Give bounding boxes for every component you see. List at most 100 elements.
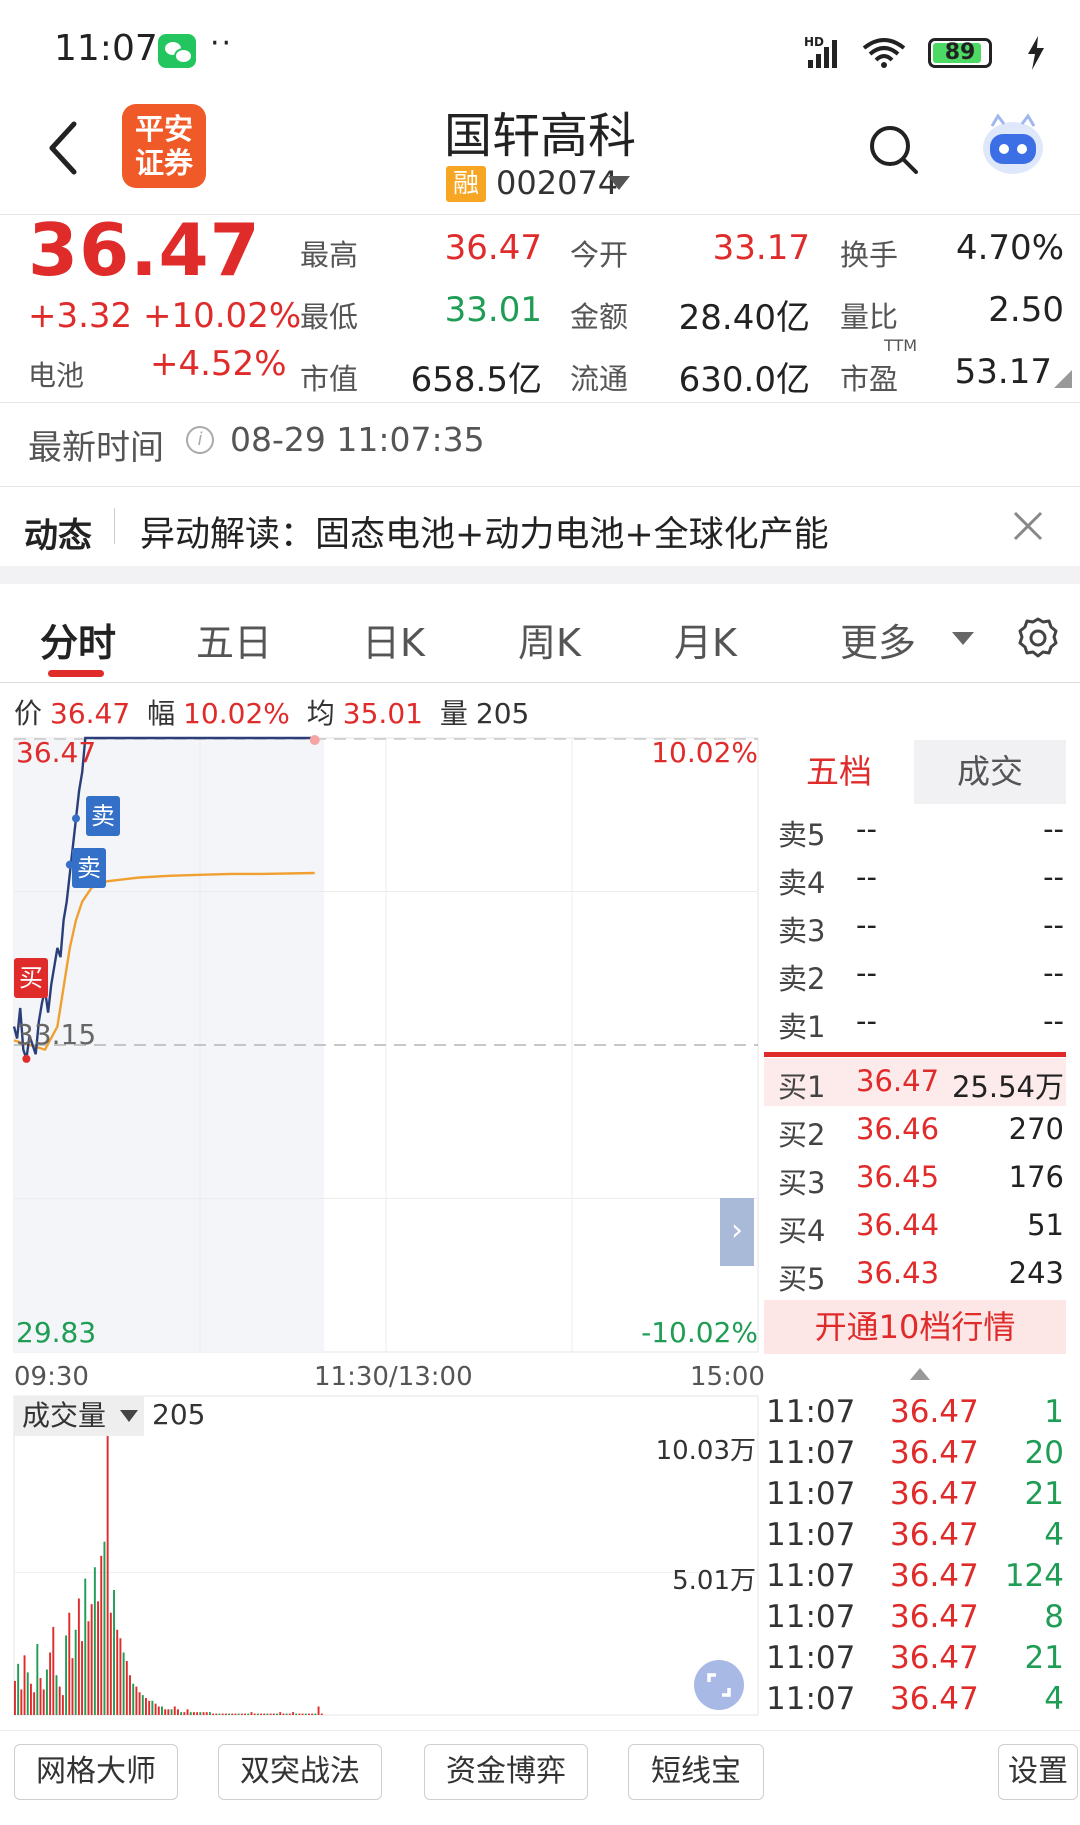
volume-bar bbox=[263, 1713, 266, 1715]
fullscreen-icon[interactable] bbox=[694, 1660, 744, 1710]
tab-five-level[interactable]: 五档 bbox=[764, 740, 914, 804]
tick-row: 11:07 36.47 4 bbox=[764, 1681, 1066, 1721]
back-icon[interactable] bbox=[44, 118, 84, 178]
buy-level-1: 买1 36.47 25.54万 bbox=[764, 1058, 1066, 1106]
chevron-down-icon[interactable] bbox=[608, 176, 630, 190]
volume-bar bbox=[42, 1689, 45, 1715]
volume-bar bbox=[157, 1706, 160, 1715]
buy-marker[interactable]: 买 bbox=[14, 958, 48, 998]
settings-button[interactable]: 设置 bbox=[998, 1744, 1078, 1800]
tab-intraday[interactable]: 分时 bbox=[40, 612, 116, 667]
volume-bar bbox=[272, 1713, 275, 1715]
tab-weekly-k[interactable]: 周K bbox=[518, 612, 581, 667]
tool-capital-game-button[interactable]: 资金博弈 bbox=[424, 1744, 588, 1800]
volume-bar bbox=[119, 1638, 122, 1715]
sector-change[interactable]: +4.52% bbox=[150, 344, 287, 384]
quote-label-amount: 金额 bbox=[570, 300, 629, 334]
tab-monthly-k[interactable]: 月K bbox=[674, 612, 737, 667]
tab-more[interactable]: 更多 bbox=[840, 612, 916, 667]
wifi-icon bbox=[862, 38, 906, 68]
volume-bar bbox=[311, 1713, 314, 1715]
volume-bar bbox=[196, 1712, 199, 1715]
sector-label[interactable]: 电池 bbox=[28, 354, 84, 394]
volume-bar bbox=[173, 1706, 176, 1715]
tab-five-day[interactable]: 五日 bbox=[196, 612, 272, 667]
divider bbox=[0, 1730, 1080, 1731]
volume-bar bbox=[250, 1712, 253, 1715]
quote-value-low: 33.01 bbox=[444, 290, 542, 330]
volume-bar bbox=[17, 1663, 20, 1715]
volume-bar bbox=[74, 1629, 77, 1715]
tick-volume: 20 bbox=[1024, 1435, 1064, 1471]
tick-row: 11:07 36.47 124 bbox=[764, 1558, 1066, 1598]
tab-daily-k[interactable]: 日K bbox=[362, 612, 425, 667]
volume-bar bbox=[285, 1713, 288, 1715]
sell-marker[interactable]: 卖 bbox=[72, 848, 106, 888]
chevron-down-icon[interactable] bbox=[952, 632, 974, 645]
volume-bar bbox=[320, 1713, 323, 1715]
tick-price: 36.47 bbox=[890, 1558, 979, 1594]
tick-price: 36.47 bbox=[890, 1435, 979, 1471]
level-label: 买4 bbox=[778, 1214, 826, 1248]
expand-arrow-icon[interactable]: › bbox=[720, 1198, 754, 1266]
level-label: 卖2 bbox=[778, 962, 826, 996]
volume-bar bbox=[116, 1629, 119, 1715]
level-label: 卖5 bbox=[778, 818, 826, 852]
volume-bar bbox=[314, 1713, 317, 1715]
volume-bar bbox=[20, 1689, 23, 1715]
price-change: +3.32 +10.02% bbox=[28, 296, 302, 336]
pct-axis-top: 10.02% bbox=[651, 736, 758, 769]
stock-code[interactable]: 002074 bbox=[496, 164, 618, 202]
tool-short-term-button[interactable]: 短线宝 bbox=[628, 1744, 764, 1800]
tab-trades[interactable]: 成交 bbox=[914, 740, 1066, 804]
volume-bar bbox=[55, 1675, 58, 1715]
level-volume: 51 bbox=[1027, 1208, 1064, 1242]
volume-bar bbox=[49, 1652, 52, 1715]
update-time-label: 最新时间 bbox=[28, 428, 164, 468]
volume-bar bbox=[106, 1430, 109, 1715]
volume-bar bbox=[93, 1567, 96, 1715]
volume-bar bbox=[304, 1713, 307, 1715]
pe-ttm-tag: TTM bbox=[884, 336, 918, 355]
tick-volume: 4 bbox=[1044, 1517, 1064, 1553]
tool-double-breakout-button[interactable]: 双突战法 bbox=[218, 1744, 382, 1800]
volume-bar bbox=[192, 1712, 195, 1715]
expand-corner-icon[interactable] bbox=[1054, 370, 1072, 388]
news-headline[interactable]: 异动解读：固态电池+动力电池+全球化产能 bbox=[140, 506, 829, 557]
tick-time: 11:07 bbox=[766, 1681, 856, 1717]
tick-price: 36.47 bbox=[890, 1517, 979, 1553]
robot-assistant-icon[interactable] bbox=[976, 112, 1050, 178]
y-axis-mid: 33.15 bbox=[16, 1018, 97, 1051]
tick-volume: 1 bbox=[1044, 1394, 1064, 1430]
open-10-level-button[interactable]: 开通10档行情 bbox=[764, 1300, 1066, 1354]
tick-volume: 21 bbox=[1024, 1476, 1064, 1512]
level-volume: 25.54万 bbox=[951, 1070, 1064, 1104]
scroll-up-icon[interactable] bbox=[910, 1368, 930, 1380]
volume-bar bbox=[269, 1713, 272, 1715]
info-vol-label: 量 bbox=[439, 697, 468, 730]
quote-value-volume-ratio: 2.50 bbox=[988, 290, 1064, 330]
tick-price: 36.47 bbox=[890, 1599, 979, 1635]
chevron-down-icon[interactable] bbox=[120, 1410, 138, 1422]
level-label: 卖3 bbox=[778, 914, 826, 948]
volume-bar bbox=[298, 1713, 301, 1715]
intraday-chart[interactable] bbox=[0, 730, 770, 1750]
tick-time: 11:07 bbox=[766, 1517, 856, 1553]
volume-bar bbox=[109, 1612, 112, 1715]
sell-marker[interactable]: 卖 bbox=[86, 796, 120, 836]
tool-grid-master-button[interactable]: 网格大师 bbox=[14, 1744, 178, 1800]
quote-label-low: 最低 bbox=[300, 300, 359, 334]
volume-bar bbox=[212, 1713, 215, 1715]
stock-name: 国轩高科 bbox=[443, 108, 636, 164]
quote-value-market-cap: 658.5亿 bbox=[410, 360, 542, 400]
volume-bar bbox=[308, 1713, 310, 1715]
volume-bar bbox=[266, 1713, 269, 1715]
gear-icon[interactable] bbox=[1016, 616, 1060, 660]
news-tag: 动态 bbox=[24, 516, 92, 556]
info-icon[interactable]: i bbox=[186, 426, 214, 454]
hd-signal-icon: HD bbox=[804, 35, 837, 68]
quote-label-open: 今开 bbox=[570, 238, 629, 272]
quote-label-turnover: 换手 bbox=[840, 238, 899, 272]
search-icon[interactable] bbox=[866, 122, 922, 178]
close-icon[interactable] bbox=[1012, 510, 1044, 542]
